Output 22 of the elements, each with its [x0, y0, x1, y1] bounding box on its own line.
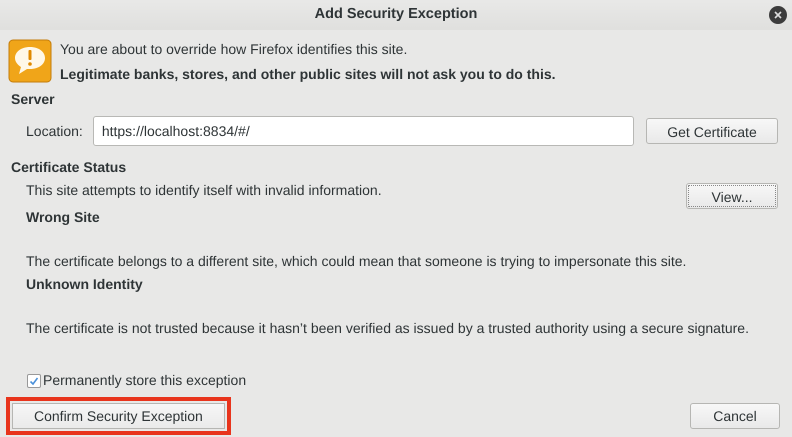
cancel-button[interactable]: Cancel [690, 403, 780, 429]
close-button[interactable] [769, 6, 787, 24]
window-title: Add Security Exception [314, 5, 478, 24]
close-icon [774, 11, 782, 19]
warning-speech-bubble-icon [8, 39, 52, 83]
warning-text: You are about to override how Firefox identifies this site. [60, 40, 408, 59]
confirm-button[interactable]: Confirm Security Exception [6, 397, 231, 435]
section-heading: Certificate Status [11, 158, 128, 177]
problem-description: The certificate belongs to a different site, which could mean that someone is trying to impersonate this site. [26, 252, 688, 271]
checkmark-icon [29, 376, 39, 386]
get-certificate-button[interactable]: Get Certificate [646, 118, 778, 144]
status-summary: This site attempts to identify itself with invalid information. [26, 181, 382, 200]
section-heading: Server [11, 90, 56, 109]
location-field[interactable]: https://localhost:8834/#/ [92, 116, 634, 146]
location-label: Location: [26, 122, 83, 140]
checkbox[interactable] [27, 374, 41, 388]
view-button[interactable]: View... [686, 183, 778, 209]
problem-title: Unknown Identity [26, 275, 144, 294]
checkbox-label: Permanently store this exception [43, 371, 246, 390]
problem-description: The certificate is not trusted because it hasn’t been verified as issued by a trusted authority using a secure signature. [26, 319, 750, 338]
problem-title: Wrong Site [26, 208, 101, 227]
warning-emphasis-text: Legitimate banks, stores, and other public sites will not ask you to do this. [60, 65, 556, 84]
